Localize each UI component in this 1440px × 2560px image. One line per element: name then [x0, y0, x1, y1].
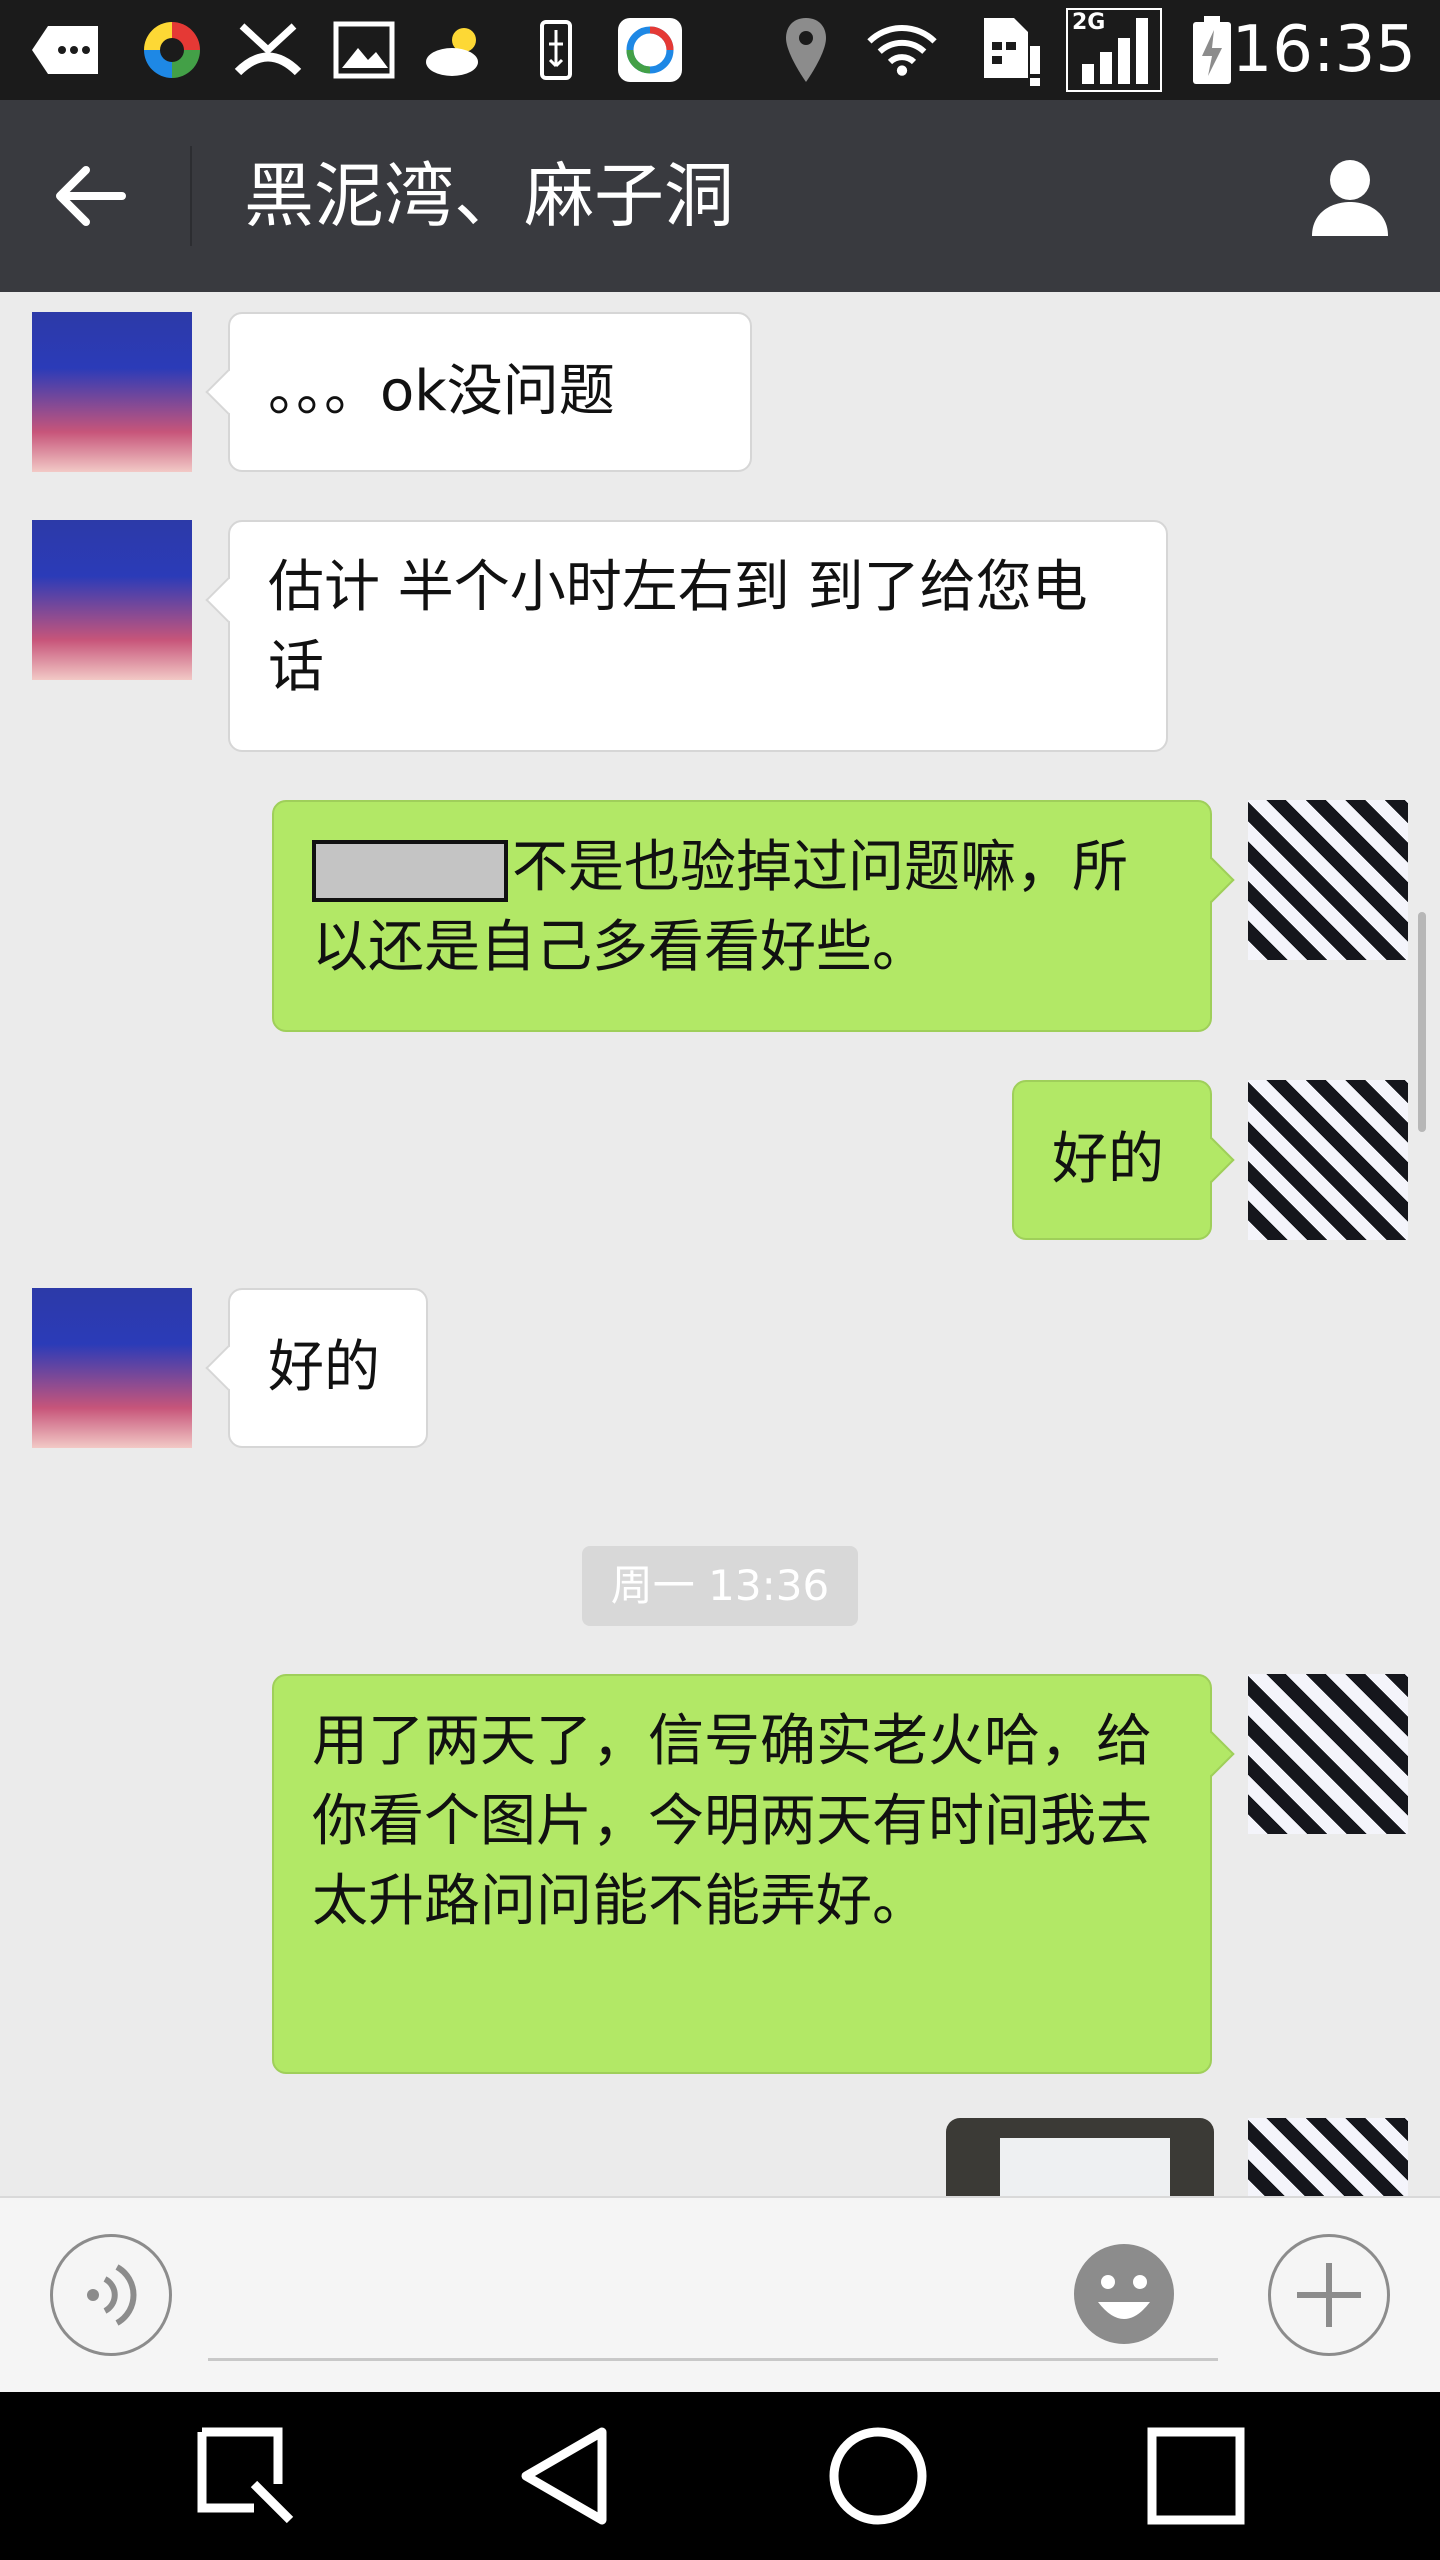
self-avatar[interactable] — [1248, 1674, 1408, 1834]
image-thumbnail — [1000, 2138, 1170, 2196]
message-text: 用了两天了，信号确实老火哈，给你看个图片，今明两天有时间我去太升路问问能不能弄好… — [312, 1709, 1152, 1934]
sim-alert-icon — [978, 14, 1050, 86]
home-circle-icon — [829, 2427, 927, 2525]
message-dots-icon — [30, 14, 102, 86]
status-time: 16:35 — [1231, 13, 1416, 87]
emoji-button[interactable] — [1074, 2244, 1174, 2344]
person-icon — [1312, 160, 1388, 236]
recents-nav-button[interactable] — [1136, 2416, 1256, 2536]
location-icon — [770, 14, 842, 86]
message-bubble[interactable]: 好的 — [1012, 1080, 1212, 1240]
voice-icon — [87, 2264, 137, 2326]
usb-icon — [520, 14, 592, 86]
self-avatar[interactable] — [1248, 2118, 1408, 2196]
plus-icon — [1297, 2263, 1361, 2327]
message-text: 估计 半个小时左右到 到了给您电话 — [268, 555, 1088, 700]
back-button[interactable] — [40, 146, 140, 246]
system-nav-bar — [0, 2392, 1440, 2560]
self-avatar[interactable] — [1248, 1080, 1408, 1240]
voice-button[interactable] — [50, 2234, 172, 2356]
message-text: 好的 — [1052, 1127, 1164, 1192]
arrow-left-icon — [56, 166, 126, 226]
chat-title: 黑泥湾、麻子洞 — [244, 155, 734, 237]
message-text: 。。。ok没问题 — [268, 359, 615, 424]
contact-avatar[interactable] — [32, 1288, 192, 1448]
timestamp-chip: 周一 13:36 — [582, 1546, 858, 1626]
chat-history[interactable]: 。。。ok没问题 估计 半个小时左右到 到了给您电话 不是也验掉过问题嘛，所以还… — [0, 292, 1440, 2196]
title-divider — [190, 146, 192, 246]
network-type-label: 2G — [1072, 10, 1106, 35]
message-text: 好的 — [268, 1335, 380, 1400]
contact-avatar[interactable] — [32, 520, 192, 680]
image-message[interactable] — [946, 2118, 1214, 2196]
back-triangle-icon — [521, 2427, 607, 2525]
input-bar — [0, 2196, 1440, 2394]
image-icon — [328, 14, 400, 86]
signal-icon: 2G — [1066, 8, 1162, 92]
weather-icon — [420, 14, 492, 86]
missed-call-icon — [232, 14, 304, 86]
home-nav-button[interactable] — [818, 2416, 938, 2536]
browser-app-icon — [614, 14, 686, 86]
message-input[interactable] — [208, 2358, 1218, 2361]
message-bubble[interactable]: 。。。ok没问题 — [228, 312, 752, 472]
emoji-icon — [1078, 2248, 1170, 2340]
self-avatar[interactable] — [1248, 800, 1408, 960]
message-bubble[interactable]: 用了两天了，信号确实老火哈，给你看个图片，今明两天有时间我去太升路问问能不能弄好… — [272, 1674, 1212, 2074]
redaction-box — [312, 839, 508, 902]
message-bubble[interactable]: 不是也验掉过问题嘛，所以还是自己多看看好些。 — [272, 800, 1212, 1032]
search-square-icon — [197, 2427, 294, 2524]
chat-info-button[interactable] — [1300, 146, 1400, 246]
back-nav-button[interactable] — [506, 2416, 626, 2536]
message-bubble[interactable]: 好的 — [228, 1288, 428, 1448]
message-bubble[interactable]: 估计 半个小时左右到 到了给您电话 — [228, 520, 1168, 752]
recents-square-icon — [1147, 2427, 1245, 2525]
search-nav-button[interactable] — [186, 2416, 306, 2536]
contact-avatar[interactable] — [32, 312, 192, 472]
scrollbar[interactable] — [1418, 912, 1426, 1132]
title-bar: 黑泥湾、麻子洞 — [0, 100, 1440, 292]
color-app-icon — [136, 14, 208, 86]
status-bar: 2G 16:35 — [0, 0, 1440, 100]
wifi-icon — [866, 14, 938, 86]
add-attachment-button[interactable] — [1268, 2234, 1390, 2356]
